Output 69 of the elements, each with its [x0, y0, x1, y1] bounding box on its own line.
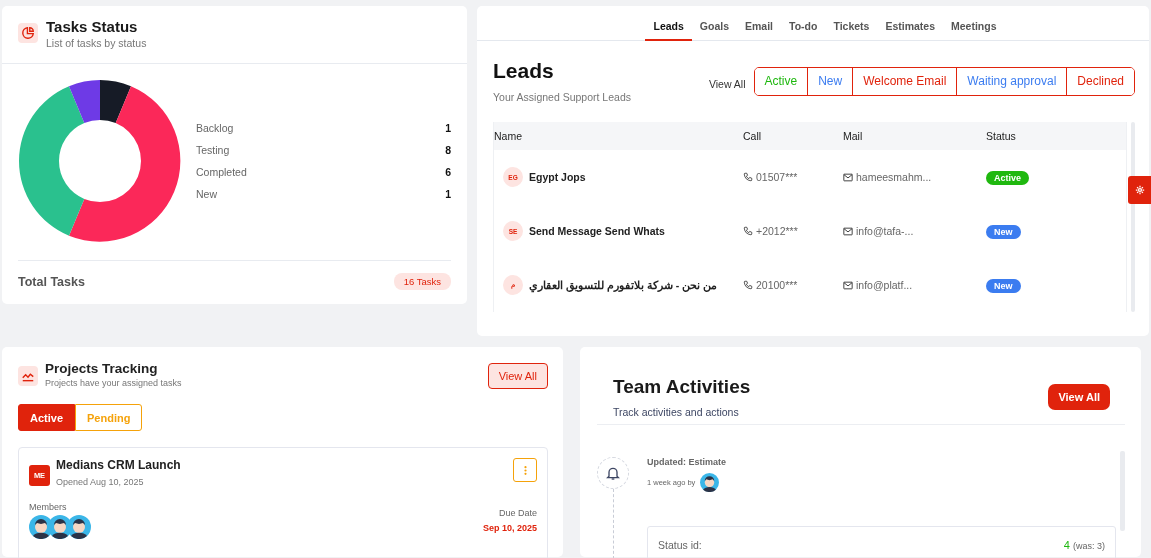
email-address: hameesmahm... [856, 171, 932, 183]
tab[interactable]: Tickets [825, 6, 878, 41]
tab[interactable]: Email [737, 6, 782, 41]
phone-icon [743, 226, 753, 236]
leads-subtitle: Your Assigned Support Leads [493, 91, 631, 103]
project-name: Medians CRM Launch [56, 458, 182, 472]
lead-name: Send Message Send Whats [529, 225, 665, 237]
settings-button[interactable] [1128, 176, 1151, 204]
more-button[interactable] [513, 458, 537, 482]
phone-number: 20100*** [756, 279, 798, 291]
filter-button[interactable]: Declined [1066, 67, 1134, 95]
status-badge: New [986, 225, 1021, 239]
column-header: Name [494, 130, 523, 142]
mail-icon [843, 226, 853, 236]
column-header: Mail [843, 130, 864, 142]
card-title: Projects Tracking [45, 361, 159, 376]
legend-label: Testing [196, 144, 230, 156]
legend-count: 1 [445, 122, 451, 134]
old-value: (was: 3) [1073, 541, 1105, 551]
more-icon [523, 465, 527, 475]
settings-icon [1134, 185, 1145, 195]
email-address: info@tafa-... [856, 225, 914, 237]
tab[interactable]: Active [18, 404, 76, 431]
column-header: Status [986, 130, 1017, 142]
tab[interactable]: Leads [645, 6, 692, 41]
phone-icon [743, 280, 753, 290]
pie-chart-icon [18, 23, 38, 43]
view-all-button[interactable]: View All [1048, 383, 1110, 410]
card-subtitle: Track activities and actions [613, 405, 740, 418]
status-badge: Active [986, 171, 1029, 185]
phone-icon [743, 172, 753, 182]
legend-count: 8 [445, 144, 451, 156]
view-all-link[interactable]: View All [708, 78, 746, 90]
legend-label: Completed [196, 166, 247, 178]
mail-icon [843, 172, 853, 182]
avatar-icon [67, 515, 91, 539]
new-value: 4 [1063, 539, 1070, 551]
view-all-button[interactable]: View All [487, 363, 548, 389]
lead-name: من نحن - شركة بلاتفورم للتسويق العقاري [529, 279, 717, 291]
card-subtitle: List of tasks by status [46, 37, 147, 49]
members-label: Members [29, 502, 68, 512]
legend-label: Backlog [196, 122, 234, 134]
phone-number: +2012*** [756, 225, 798, 237]
line-chart-icon [18, 366, 38, 386]
phone-number: 01507*** [756, 171, 798, 183]
avatar-icon [700, 473, 720, 492]
card-subtitle: Projects have your assigned tasks [45, 378, 182, 388]
card-title: Team Activities [613, 375, 751, 398]
field-name: Status id: [658, 539, 702, 551]
column-header: Call [743, 130, 763, 142]
activity-title: Updated: Estimate [647, 457, 727, 467]
due-date-label: Due Date [497, 508, 537, 518]
due-date: Sep 10, 2025 [482, 523, 537, 533]
tab[interactable]: To-do [781, 6, 826, 41]
email-address: info@platf... [856, 279, 913, 291]
total-badge: 16 Tasks [393, 273, 451, 290]
status-badge: New [986, 279, 1021, 293]
tab[interactable]: Goals [691, 6, 737, 41]
tab[interactable]: Meetings [943, 6, 1005, 41]
project-date: Opened Aug 10, 2025 [56, 477, 145, 487]
leads-title: Leads [493, 59, 555, 83]
legend-label: New [196, 188, 217, 200]
tab[interactable]: Estimates [877, 6, 943, 41]
legend-count: 1 [445, 188, 451, 200]
legend-count: 6 [445, 166, 451, 178]
card-title: Tasks Status [46, 18, 139, 35]
total-label: Total Tasks [18, 274, 85, 289]
lead-name: Egypt Jops [529, 171, 586, 183]
mail-icon [843, 280, 853, 290]
